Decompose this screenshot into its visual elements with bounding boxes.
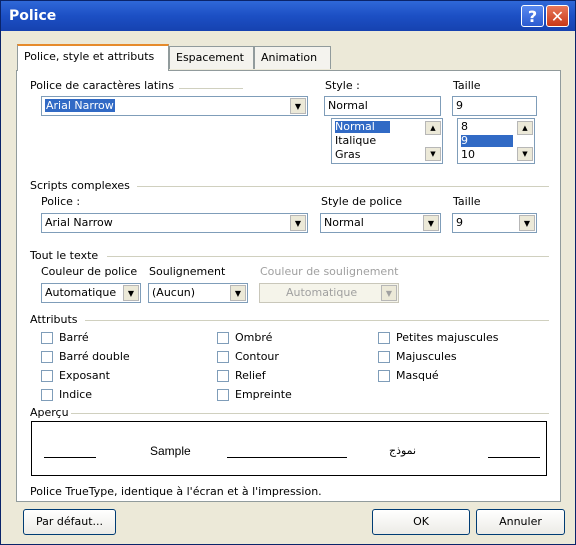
scroll-up-icon[interactable]: ▲ (517, 121, 533, 135)
help-icon[interactable]: ? (521, 5, 544, 27)
underline-color-value: Automatique (286, 286, 358, 299)
double-strikethrough-label: Barré double (59, 350, 130, 363)
all-text-group-label: Tout le texte (30, 249, 99, 262)
chevron-down-icon[interactable]: ▼ (290, 215, 306, 231)
preview-line (227, 457, 347, 458)
underline-label: Soulignement (149, 265, 226, 278)
divider (179, 88, 243, 89)
double-strikethrough-checkbox[interactable] (41, 351, 53, 363)
engrave-checkbox[interactable] (217, 389, 229, 401)
font-dialog: Police ? ✕ Police, style et attributs Es… (0, 0, 576, 545)
chevron-down-icon[interactable]: ▼ (381, 285, 397, 301)
preview-group-label: Aperçu (30, 406, 69, 419)
emboss-checkbox[interactable] (217, 370, 229, 382)
complex-size-select[interactable]: 9 ▼ (452, 213, 537, 233)
shadow-checkbox[interactable] (217, 332, 229, 344)
title-bar[interactable]: Police ? ✕ (1, 1, 575, 31)
underline-color-select[interactable]: Automatique ▼ (259, 283, 399, 303)
superscript-checkbox[interactable] (41, 370, 53, 382)
preview-sample-text: Sample (150, 444, 191, 458)
preview-arabic-text: نموذج (389, 444, 417, 457)
font-color-select[interactable]: Automatique ▼ (41, 283, 141, 303)
latin-size-list[interactable]: 8 9 10 ▲ ▼ (457, 118, 535, 164)
complex-size-label: Taille (453, 195, 481, 208)
latin-size-input[interactable]: 9 (452, 96, 537, 116)
latin-font-select[interactable]: Arial Narrow ▼ (41, 96, 308, 116)
scroll-down-icon[interactable]: ▼ (425, 147, 441, 161)
small-caps-label: Petites majuscules (396, 331, 499, 344)
chevron-down-icon[interactable]: ▼ (519, 215, 535, 231)
divider (107, 256, 549, 257)
attributes-group-label: Attributs (30, 313, 78, 326)
font-color-label: Couleur de police (41, 265, 138, 278)
latin-font-value: Arial Narrow (45, 99, 115, 112)
complex-font-label: Police : (41, 195, 81, 208)
tab-spacing[interactable]: Espacement (169, 46, 254, 69)
all-caps-checkbox[interactable] (378, 351, 390, 363)
chevron-down-icon[interactable]: ▼ (290, 98, 306, 114)
engrave-label: Empreinte (235, 388, 292, 401)
tab-font-style-attributes[interactable]: Police, style et attributs (17, 44, 169, 71)
outline-label: Contour (235, 350, 279, 363)
list-item[interactable]: 8 (461, 121, 468, 133)
latin-size-label: Taille (453, 79, 481, 92)
outline-checkbox[interactable] (217, 351, 229, 363)
latin-style-input[interactable]: Normal (324, 96, 441, 116)
underline-select[interactable]: (Aucun) ▼ (148, 283, 248, 303)
underline-value: (Aucun) (152, 286, 196, 299)
list-item[interactable]: Italique (335, 135, 376, 147)
subscript-label: Indice (59, 388, 93, 401)
latin-style-list[interactable]: Normal Italique Gras ▲ ▼ (331, 118, 443, 164)
scroll-down-icon[interactable]: ▼ (517, 147, 533, 161)
chevron-down-icon[interactable]: ▼ (230, 285, 246, 301)
superscript-label: Exposant (59, 369, 110, 382)
list-item[interactable]: 10 (461, 149, 475, 161)
preview-box: Sample نموذج (31, 421, 547, 476)
tab-animation[interactable]: Animation (254, 46, 331, 69)
complex-font-select[interactable]: Arial Narrow ▼ (41, 213, 308, 233)
dialog-title: Police (9, 8, 57, 24)
hidden-label: Masqué (396, 369, 439, 382)
complex-font-value: Arial Narrow (45, 216, 113, 229)
strikethrough-label: Barré (59, 331, 89, 344)
font-description: Police TrueType, identique à l'écran et … (30, 485, 322, 498)
list-item[interactable]: 9 (461, 135, 513, 147)
scroll-up-icon[interactable]: ▲ (425, 121, 441, 135)
ok-button[interactable]: OK (372, 509, 470, 535)
subscript-checkbox[interactable] (41, 389, 53, 401)
latin-font-label: Police de caractères latins (30, 79, 174, 92)
default-button[interactable]: Par défaut... (23, 509, 116, 535)
divider (85, 320, 549, 321)
complex-style-label: Style de police (321, 195, 403, 208)
complex-style-select[interactable]: Normal ▼ (320, 213, 441, 233)
close-icon[interactable]: ✕ (546, 5, 569, 27)
small-caps-checkbox[interactable] (378, 332, 390, 344)
list-item[interactable]: Gras (335, 149, 361, 161)
complex-style-value: Normal (324, 216, 364, 229)
underline-color-label: Couleur de soulignement (260, 265, 399, 278)
hidden-checkbox[interactable] (378, 370, 390, 382)
preview-line (44, 457, 96, 458)
complex-size-value: 9 (456, 216, 463, 229)
divider (137, 186, 549, 187)
latin-style-label: Style : (325, 79, 360, 92)
strikethrough-checkbox[interactable] (41, 332, 53, 344)
all-caps-label: Majuscules (396, 350, 457, 363)
cancel-button[interactable]: Annuler (476, 509, 565, 535)
complex-scripts-group-label: Scripts complexes (30, 179, 130, 192)
chevron-down-icon[interactable]: ▼ (423, 215, 439, 231)
divider (71, 413, 549, 414)
font-color-value: Automatique (45, 286, 117, 299)
shadow-label: Ombré (235, 331, 273, 344)
list-item[interactable]: Normal (335, 121, 390, 133)
preview-line (488, 457, 540, 458)
emboss-label: Relief (235, 369, 266, 382)
chevron-down-icon[interactable]: ▼ (123, 285, 139, 301)
